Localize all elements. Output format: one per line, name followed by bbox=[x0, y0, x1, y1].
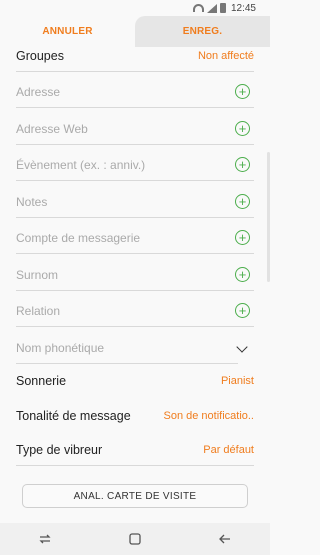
address-placeholder: Adresse bbox=[16, 84, 61, 99]
relation-placeholder: Relation bbox=[16, 303, 61, 318]
message-tone-value: Son de notificatio.. bbox=[163, 410, 254, 422]
notes-placeholder: Notes bbox=[16, 194, 48, 209]
website-field[interactable]: Adresse Web + bbox=[16, 113, 254, 145]
scan-business-card-button[interactable]: ANAL. CARTE DE VISITE bbox=[22, 484, 248, 508]
recent-apps-icon bbox=[39, 534, 51, 544]
nickname-placeholder: Surnom bbox=[16, 267, 59, 282]
messaging-account-field[interactable]: Compte de messagerie + bbox=[16, 222, 254, 254]
website-placeholder: Adresse Web bbox=[16, 121, 88, 136]
battery-icon bbox=[219, 3, 226, 13]
scrollbar[interactable] bbox=[267, 152, 270, 282]
vibration-type-row[interactable]: Type de vibreur Par défaut bbox=[16, 434, 254, 466]
address-field[interactable]: Adresse + bbox=[16, 76, 254, 108]
ringtone-label: Sonnerie bbox=[16, 374, 67, 388]
add-icon[interactable]: + bbox=[235, 157, 250, 172]
nickname-field[interactable]: Surnom + bbox=[16, 259, 254, 291]
phonetic-name-placeholder: Nom phonétique bbox=[16, 340, 105, 355]
event-field[interactable]: Évènement (ex. : anniv.) + bbox=[16, 149, 254, 181]
relation-field[interactable]: Relation + bbox=[16, 295, 254, 327]
groups-value: Non affecté bbox=[197, 49, 254, 62]
messaging-account-placeholder: Compte de messagerie bbox=[16, 230, 141, 245]
recent-apps-button[interactable] bbox=[30, 527, 60, 551]
add-icon[interactable]: + bbox=[235, 121, 250, 136]
ringtone-row[interactable]: Sonnerie Pianist bbox=[16, 365, 254, 397]
add-icon[interactable]: + bbox=[235, 303, 250, 318]
groups-label: Groupes bbox=[16, 48, 64, 63]
vibration-type-label: Type de vibreur bbox=[16, 442, 103, 457]
navigation-bar bbox=[0, 523, 270, 555]
home-icon bbox=[129, 533, 141, 545]
add-icon[interactable]: + bbox=[235, 230, 250, 245]
home-button[interactable] bbox=[120, 527, 150, 551]
add-icon[interactable]: + bbox=[235, 194, 250, 209]
vibration-type-value: Par défaut bbox=[203, 443, 254, 456]
status-bar: 12:45 bbox=[0, 0, 270, 16]
signal-icon bbox=[206, 3, 217, 13]
back-button[interactable] bbox=[210, 527, 240, 551]
phonetic-name-field[interactable]: Nom phonétique bbox=[16, 332, 238, 364]
back-icon bbox=[219, 534, 230, 544]
wifi-icon bbox=[192, 4, 204, 12]
chevron-down-icon[interactable] bbox=[236, 341, 248, 353]
add-icon[interactable]: + bbox=[235, 84, 250, 99]
message-tone-row[interactable]: Tonalité de message Son de notificatio.. bbox=[16, 400, 254, 432]
ringtone-value: Pianist bbox=[220, 375, 254, 387]
add-icon[interactable]: + bbox=[235, 267, 250, 282]
message-tone-label: Tonalité de message bbox=[16, 409, 131, 423]
event-placeholder: Évènement (ex. : anniv.) bbox=[16, 157, 146, 172]
status-time: 12:45 bbox=[230, 2, 256, 14]
notes-field[interactable]: Notes + bbox=[16, 186, 254, 218]
groups-row[interactable]: Groupes Non affecté bbox=[16, 40, 254, 72]
